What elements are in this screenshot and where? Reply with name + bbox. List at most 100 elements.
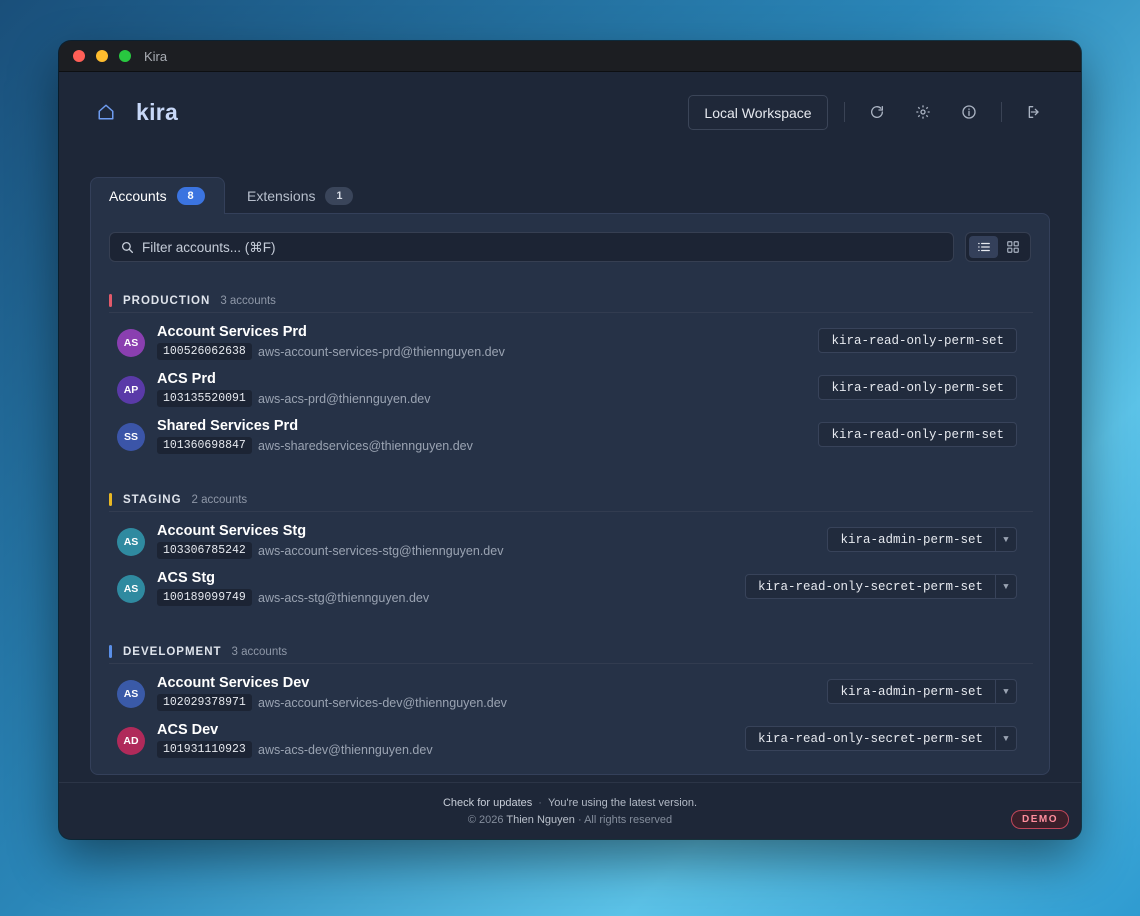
- group-color-bar: [109, 645, 112, 658]
- permission-set-selector[interactable]: kira-read-only-perm-set: [818, 328, 1017, 353]
- brand-name: kira: [136, 99, 179, 125]
- search-input[interactable]: [142, 239, 922, 255]
- account-email: aws-sharedservices@thiennguyen.dev: [258, 439, 473, 453]
- title-bar: Kira: [59, 41, 1081, 72]
- refresh-icon[interactable]: [869, 104, 885, 120]
- account-id: 103135520091: [157, 390, 252, 407]
- list-view-button[interactable]: [969, 236, 998, 258]
- account-email: aws-account-services-prd@thiennguyen.dev: [258, 345, 505, 359]
- group-color-bar: [109, 294, 112, 307]
- demo-badge: DEMO: [1011, 810, 1069, 829]
- permission-set-label: kira-admin-perm-set: [840, 532, 983, 547]
- info-icon[interactable]: [961, 104, 977, 120]
- app-header: kira Local Workspace: [59, 72, 1081, 154]
- chevron-down-icon[interactable]: ▼: [995, 727, 1016, 750]
- workspace-button[interactable]: Local Workspace: [688, 95, 828, 130]
- avatar: AD: [117, 727, 145, 755]
- close-window-button[interactable]: [73, 50, 85, 62]
- account-row[interactable]: AP ACS Prd 103135520091 aws-acs-prd@thienng…: [109, 367, 1033, 411]
- search-box: [109, 232, 954, 262]
- account-email: aws-acs-dev@thiennguyen.dev: [258, 743, 433, 757]
- account-id: 100526062638: [157, 343, 252, 360]
- chevron-down-icon[interactable]: ▼: [995, 575, 1016, 598]
- group-divider: [109, 511, 1033, 512]
- footer: Check for updates · You're using the lates…: [59, 782, 1081, 839]
- account-row[interactable]: SS Shared Services Prd 101360698847 aws-sha…: [109, 414, 1033, 458]
- account-id: 100189099749: [157, 589, 252, 606]
- view-toggle: [965, 232, 1031, 262]
- check-updates-link[interactable]: Check for updates: [443, 797, 532, 809]
- account-name: ACS Prd: [157, 371, 216, 387]
- permission-set-selector[interactable]: kira-read-only-secret-perm-set ▼: [744, 574, 1017, 599]
- group-name: STAGING: [123, 493, 182, 506]
- account-name: ACS Dev: [157, 722, 219, 738]
- account-name: ACS Stg: [157, 570, 215, 586]
- home-icon[interactable]: [97, 103, 115, 121]
- account-row[interactable]: AD ACS Dev 101931110923 aws-acs-dev@thienng…: [109, 718, 1033, 762]
- account-row[interactable]: AS Account Services Dev 102029378971 aws-ac…: [109, 671, 1033, 715]
- account-row[interactable]: AS Account Services Stg 103306785242 aws-ac…: [109, 519, 1033, 563]
- tab-accounts[interactable]: Accounts 8: [90, 177, 225, 214]
- settings-icon[interactable]: [915, 104, 931, 120]
- count-badge: 1: [325, 186, 354, 205]
- author-name: Thien Nguyen: [506, 814, 575, 826]
- account-email: aws-acs-prd@thiennguyen.dev: [258, 392, 431, 406]
- avatar: AS: [117, 680, 145, 708]
- window-title: Kira: [144, 48, 168, 64]
- account-id: 101931110923: [157, 741, 252, 758]
- group-color-bar: [109, 493, 112, 506]
- minimize-window-button[interactable]: [96, 50, 108, 62]
- count-badge: 8: [176, 187, 205, 205]
- account-email: aws-account-services-stg@thiennguyen.dev: [258, 544, 504, 558]
- permission-set-selector[interactable]: kira-admin-perm-set ▼: [827, 527, 1017, 552]
- group-count: 3 accounts: [220, 294, 276, 307]
- update-status: You're using the latest version.: [547, 797, 698, 809]
- account-name: Account Services Prd: [157, 324, 307, 340]
- account-row[interactable]: AS Account Services Prd 100526062638 aws-ac…: [109, 320, 1033, 364]
- chevron-down-icon[interactable]: ▼: [995, 680, 1016, 703]
- search-icon: [121, 241, 134, 253]
- permission-set-selector[interactable]: kira-read-only-perm-set: [818, 375, 1017, 400]
- permission-set-selector[interactable]: kira-read-only-perm-set: [818, 422, 1017, 447]
- group-header: STAGING 2 accounts: [109, 493, 247, 506]
- header-divider: [1001, 102, 1002, 122]
- app-window: Kira kira Local Workspace Accounts 8 Ext…: [59, 41, 1081, 839]
- avatar: AS: [117, 575, 145, 603]
- permission-set-label: kira-read-only-perm-set: [831, 380, 1004, 395]
- grid-icon: [1006, 241, 1019, 253]
- group-name: DEVELOPMENT: [123, 645, 222, 658]
- accounts-panel: PRODUCTION 3 accounts AS Account Services P…: [90, 213, 1050, 775]
- account-row[interactable]: AS ACS Stg 100189099749 aws-acs-stg@thienng…: [109, 566, 1033, 610]
- zoom-window-button[interactable]: [119, 50, 131, 62]
- permission-set-label: kira-read-only-perm-set: [831, 427, 1004, 442]
- permission-set-label: kira-read-only-perm-set: [831, 333, 1004, 348]
- tab-bar: Accounts 8 Extensions 1: [90, 177, 371, 214]
- permission-set-selector[interactable]: kira-read-only-secret-perm-set ▼: [744, 726, 1017, 751]
- avatar: SS: [117, 423, 145, 451]
- group-name: PRODUCTION: [123, 294, 211, 307]
- account-id: 102029378971: [157, 694, 252, 711]
- permission-set-label: kira-read-only-secret-perm-set: [757, 731, 983, 746]
- avatar: AP: [117, 376, 145, 404]
- tab-label: Extensions: [247, 187, 316, 204]
- account-id: 101360698847: [157, 437, 252, 454]
- list-icon: [977, 242, 990, 252]
- group-header: DEVELOPMENT 3 accounts: [109, 645, 287, 658]
- account-id: 103306785242: [157, 542, 252, 559]
- account-email: aws-acs-stg@thiennguyen.dev: [258, 591, 430, 605]
- permission-set-selector[interactable]: kira-admin-perm-set ▼: [827, 679, 1017, 704]
- avatar: AS: [117, 329, 145, 357]
- logout-icon[interactable]: [1026, 104, 1042, 120]
- grid-view-button[interactable]: [998, 236, 1027, 258]
- chevron-down-icon[interactable]: ▼: [995, 528, 1016, 551]
- permission-set-label: kira-read-only-secret-perm-set: [757, 579, 983, 594]
- copyright-year: © 2026: [467, 814, 504, 826]
- group-header: PRODUCTION 3 accounts: [109, 294, 276, 307]
- permission-set-label: kira-admin-perm-set: [840, 684, 983, 699]
- account-name: Account Services Dev: [157, 675, 310, 691]
- group-divider: [109, 312, 1033, 313]
- group-count: 2 accounts: [191, 493, 248, 506]
- account-email: aws-account-services-dev@thiennguyen.dev: [258, 696, 507, 710]
- tab-extensions[interactable]: Extensions 1: [225, 177, 371, 214]
- tab-label: Accounts: [109, 188, 167, 204]
